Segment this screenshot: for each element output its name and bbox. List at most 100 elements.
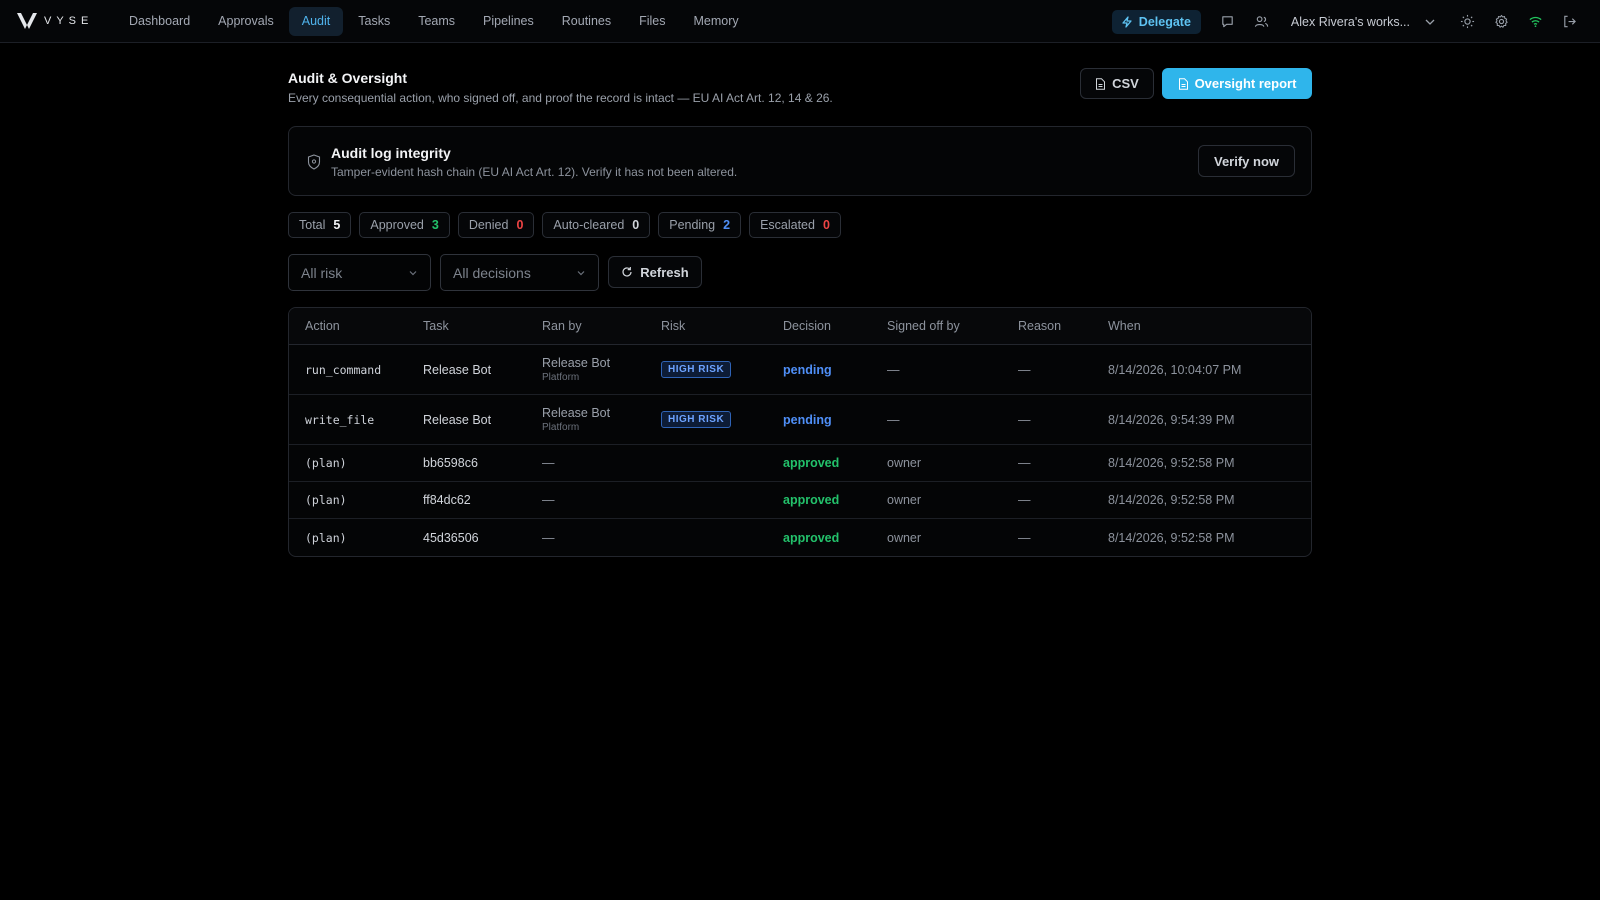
cell-signed-off-by: —: [887, 362, 900, 377]
stat-label: Approved: [370, 218, 424, 232]
page-subtitle: Every consequential action, who signed o…: [288, 91, 833, 105]
oversight-report-button[interactable]: Oversight report: [1162, 68, 1312, 99]
stat-denied[interactable]: Denied 0: [457, 212, 535, 238]
stats-bar: Total 5 Approved 3 Denied 0 Auto-cleared…: [288, 212, 841, 238]
stat-label: Escalated: [760, 218, 815, 232]
stat-value: 0: [516, 218, 524, 232]
wifi-icon: [1528, 16, 1542, 28]
refresh-label: Refresh: [640, 264, 689, 280]
nav-memory[interactable]: Memory: [681, 7, 752, 36]
header-reason: Reason: [1018, 319, 1062, 333]
ran-by-name: Release Bot: [542, 356, 611, 370]
refresh-icon: [622, 267, 632, 277]
nav-files[interactable]: Files: [626, 7, 678, 36]
shield-icon: [307, 154, 321, 170]
table-row[interactable]: (plan) bb6598c6 — approved owner — 8/14/…: [289, 445, 1311, 482]
workspace-label: Alex Rivera's works...: [1290, 14, 1410, 29]
cell-action: (plan): [305, 456, 347, 470]
integrity-title: Audit log integrity: [331, 145, 451, 161]
chevron-down-icon: [577, 270, 585, 275]
brand-logo[interactable]: VYSE: [16, 11, 93, 31]
stat-total[interactable]: Total 5: [288, 212, 352, 238]
stat-pending[interactable]: Pending 2: [658, 212, 742, 238]
risk-badge: HIGH RISK: [661, 411, 732, 428]
stat-auto-cleared[interactable]: Auto-cleared 0: [542, 212, 651, 238]
table-row[interactable]: (plan) ff84dc62 — approved owner — 8/14/…: [289, 482, 1311, 519]
cell-reason: —: [1018, 412, 1031, 427]
stat-value: 2: [723, 218, 731, 232]
theme-toggle[interactable]: [1450, 7, 1484, 36]
header-task: Task: [423, 319, 449, 333]
sun-icon: [1460, 14, 1474, 29]
cell-ran-by: —: [542, 456, 555, 470]
nav-routines[interactable]: Routines: [549, 7, 624, 36]
stat-value: 5: [333, 218, 341, 232]
stat-value: 0: [632, 218, 640, 232]
main-nav: Dashboard Approvals Audit Tasks Teams Pi…: [116, 7, 752, 36]
table-header: Action Task Ran by Risk Decision Signed …: [289, 308, 1311, 345]
nav-audit[interactable]: Audit: [288, 7, 344, 36]
table-row[interactable]: run_command Release Bot Release Bot Plat…: [289, 345, 1311, 395]
stat-label: Pending: [669, 218, 716, 232]
nav-teams[interactable]: Teams: [405, 7, 468, 36]
users-button[interactable]: [1245, 7, 1279, 36]
csv-export-button[interactable]: CSV: [1080, 68, 1154, 99]
cell-reason: —: [1018, 456, 1031, 470]
cell-decision: approved: [783, 530, 840, 545]
cell-task: 45d36506: [423, 530, 479, 545]
cell-task: bb6598c6: [423, 456, 478, 470]
chevron-down-icon: [1425, 19, 1435, 25]
cell-decision: pending: [783, 412, 832, 427]
stat-escalated[interactable]: Escalated 0: [749, 212, 841, 238]
cell-decision: pending: [783, 362, 832, 377]
verify-now-button[interactable]: Verify now: [1198, 145, 1295, 177]
nav-tasks[interactable]: Tasks: [345, 7, 403, 36]
nav-pipelines[interactable]: Pipelines: [470, 7, 547, 36]
delegate-button[interactable]: Delegate: [1111, 9, 1201, 34]
stat-value: 3: [431, 218, 439, 232]
csv-label: CSV: [1112, 76, 1139, 91]
brand-name: VYSE: [44, 15, 94, 27]
settings-button[interactable]: [1484, 7, 1518, 36]
refresh-button[interactable]: Refresh: [608, 256, 702, 288]
report-label: Oversight report: [1194, 76, 1297, 91]
ran-by-name: Release Bot: [542, 406, 611, 420]
chat-icon: [1222, 16, 1234, 28]
chat-button[interactable]: [1211, 7, 1245, 36]
cell-signed-off-by: owner: [887, 530, 922, 545]
cell-when: 8/14/2026, 10:04:07 PM: [1108, 362, 1242, 377]
cell-action: write_file: [305, 412, 375, 427]
cell-signed-off-by: owner: [887, 456, 922, 470]
cell-task: ff84dc62: [423, 493, 471, 507]
cell-reason: —: [1018, 362, 1031, 377]
risk-filter-select[interactable]: All risk: [288, 254, 431, 291]
cell-ran-by: Release Bot Platform: [542, 406, 661, 433]
cell-when: 8/14/2026, 9:52:58 PM: [1108, 493, 1235, 507]
stat-approved[interactable]: Approved 3: [359, 212, 450, 238]
cell-reason: —: [1018, 493, 1031, 507]
cell-signed-off-by: —: [887, 412, 900, 427]
nav-approvals[interactable]: Approvals: [205, 7, 287, 36]
decision-filter-select[interactable]: All decisions: [440, 254, 599, 291]
gear-icon: [1494, 14, 1508, 28]
cell-signed-off-by: owner: [887, 493, 922, 507]
table-row[interactable]: (plan) 45d36506 — approved owner — 8/14/…: [289, 519, 1311, 556]
risk-filter-value: All risk: [301, 264, 343, 281]
nav-dashboard[interactable]: Dashboard: [116, 7, 203, 36]
stat-label: Auto-cleared: [553, 218, 625, 232]
table-row[interactable]: write_file Release Bot Release Bot Platf…: [289, 395, 1311, 445]
integrity-card: Audit log integrity Tamper-evident hash …: [288, 126, 1312, 196]
cell-risk: HIGH RISK: [661, 361, 783, 378]
logo-mark: [17, 13, 37, 29]
cell-when: 8/14/2026, 9:52:58 PM: [1108, 456, 1235, 470]
header-tools: Delegate Alex Rivera's works...: [1111, 7, 1586, 36]
logout-icon: [1563, 15, 1576, 28]
ran-by-team: Platform: [542, 372, 580, 383]
risk-badge: HIGH RISK: [661, 361, 732, 378]
cell-task: Release Bot: [423, 412, 492, 427]
cell-action: (plan): [305, 493, 347, 507]
logout-button[interactable]: [1552, 7, 1586, 36]
ran-by-team: Platform: [542, 422, 580, 433]
workspace-switcher[interactable]: Alex Rivera's works...: [1291, 15, 1436, 29]
stat-label: Denied: [468, 218, 509, 232]
